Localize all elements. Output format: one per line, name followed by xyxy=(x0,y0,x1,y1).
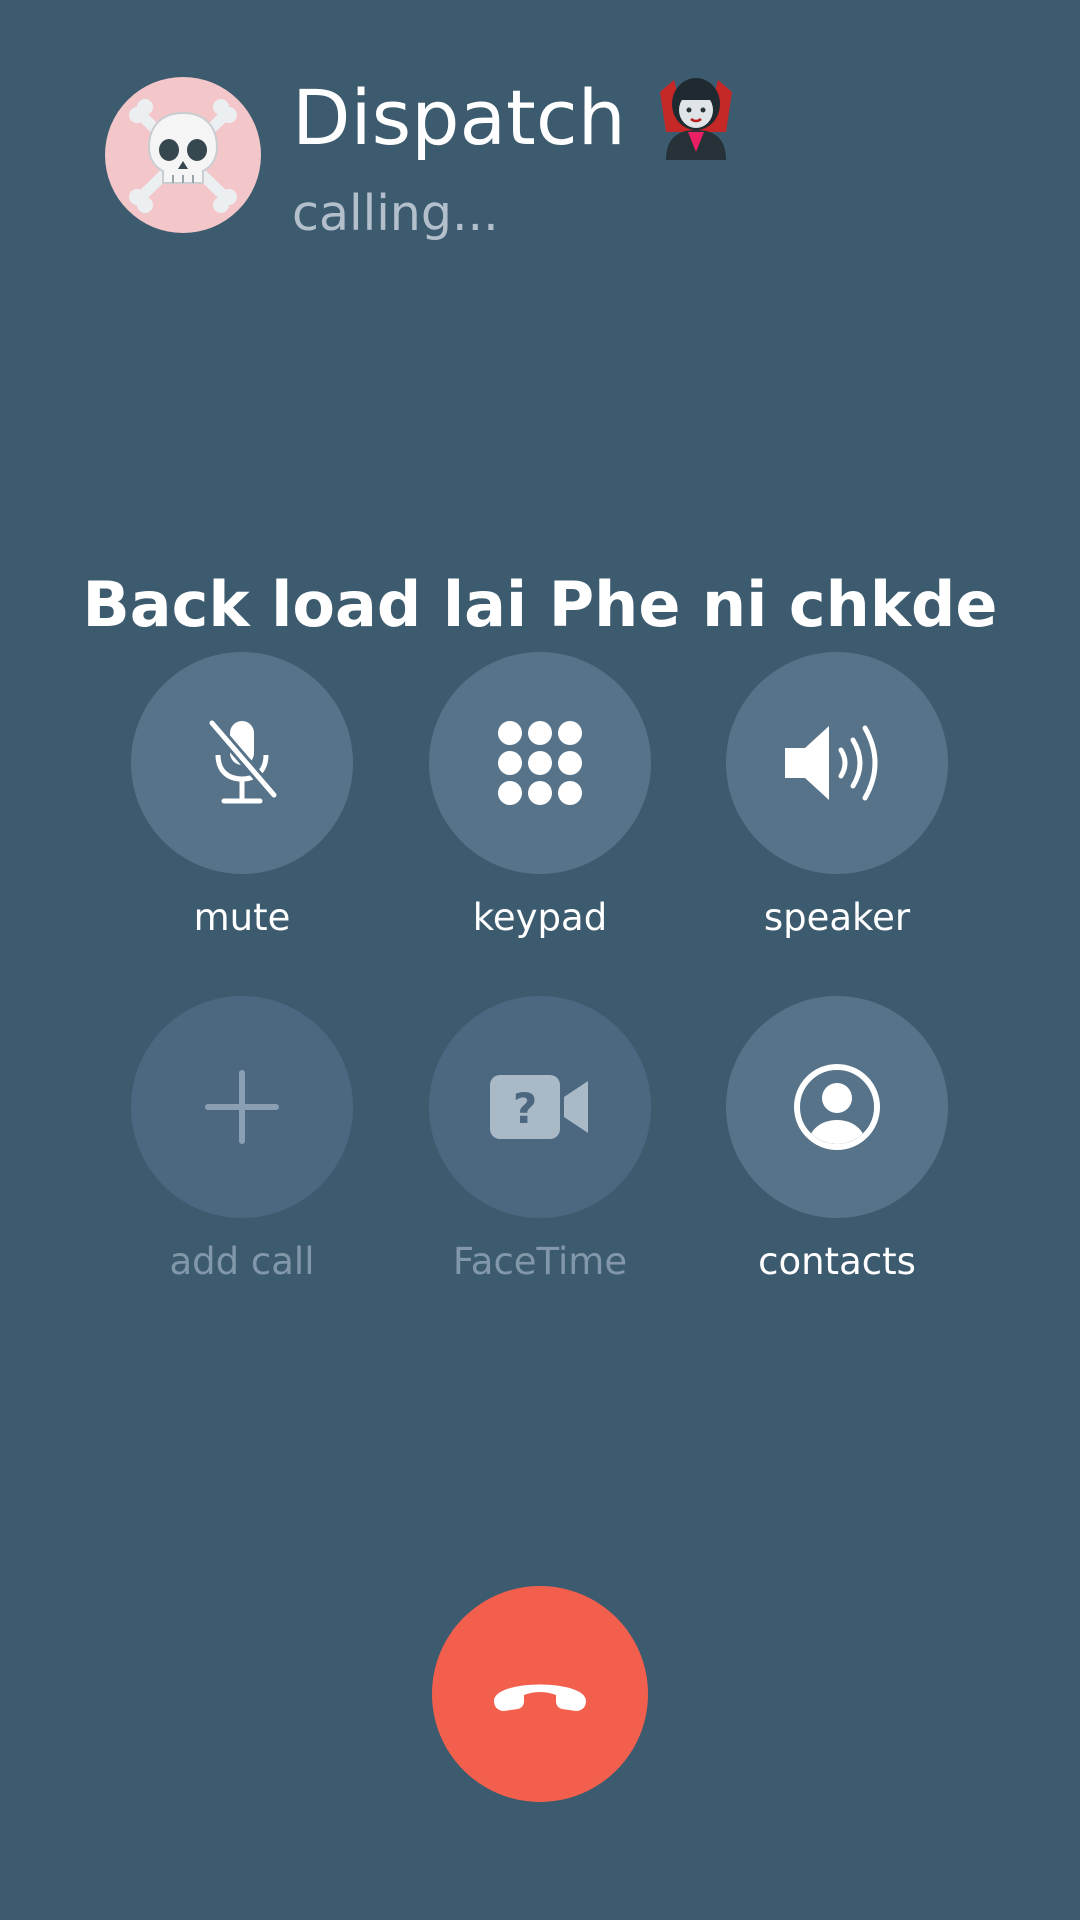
skull-crossbones-icon xyxy=(129,99,237,213)
call-banner-text: Back load lai Phe ni chkde xyxy=(82,568,998,641)
svg-text:?: ? xyxy=(513,1084,537,1133)
plus-icon xyxy=(205,1070,279,1144)
mute-button-circle[interactable] xyxy=(131,652,353,874)
contacts-button-circle[interactable] xyxy=(726,996,948,1218)
caller-avatar xyxy=(105,77,261,233)
contacts-label: contacts xyxy=(758,1240,916,1283)
speaker-button[interactable]: speaker xyxy=(726,652,948,939)
contact-person-icon xyxy=(794,1064,880,1150)
microphone-slash-icon xyxy=(207,719,279,804)
vampire-emoji-icon xyxy=(656,72,736,162)
keypad-icon xyxy=(498,721,582,805)
add-call-button[interactable]: add call xyxy=(131,996,353,1283)
caller-name-text: Dispatch xyxy=(292,72,626,162)
call-status: calling... xyxy=(292,185,499,242)
mute-label: mute xyxy=(193,896,291,939)
speaker-label: speaker xyxy=(763,896,911,939)
caller-name: Dispatch xyxy=(292,62,736,172)
facetime-question-icon: ? xyxy=(490,1075,588,1139)
mute-button[interactable]: mute xyxy=(131,652,353,939)
keypad-button[interactable]: keypad xyxy=(429,652,651,939)
contacts-button[interactable]: contacts xyxy=(726,996,948,1283)
speaker-icon xyxy=(785,725,878,801)
phone-hangup-icon xyxy=(494,1684,586,1711)
end-call-button[interactable] xyxy=(432,1586,648,1802)
speaker-button-circle[interactable] xyxy=(726,652,948,874)
add-call-button-circle[interactable] xyxy=(131,996,353,1218)
facetime-button-circle[interactable]: ? xyxy=(429,996,651,1218)
facetime-button[interactable]: ? FaceTime xyxy=(429,996,651,1283)
facetime-label: FaceTime xyxy=(452,1240,628,1283)
add-call-label: add call xyxy=(169,1240,315,1283)
keypad-button-circle[interactable] xyxy=(429,652,651,874)
keypad-label: keypad xyxy=(472,896,608,939)
